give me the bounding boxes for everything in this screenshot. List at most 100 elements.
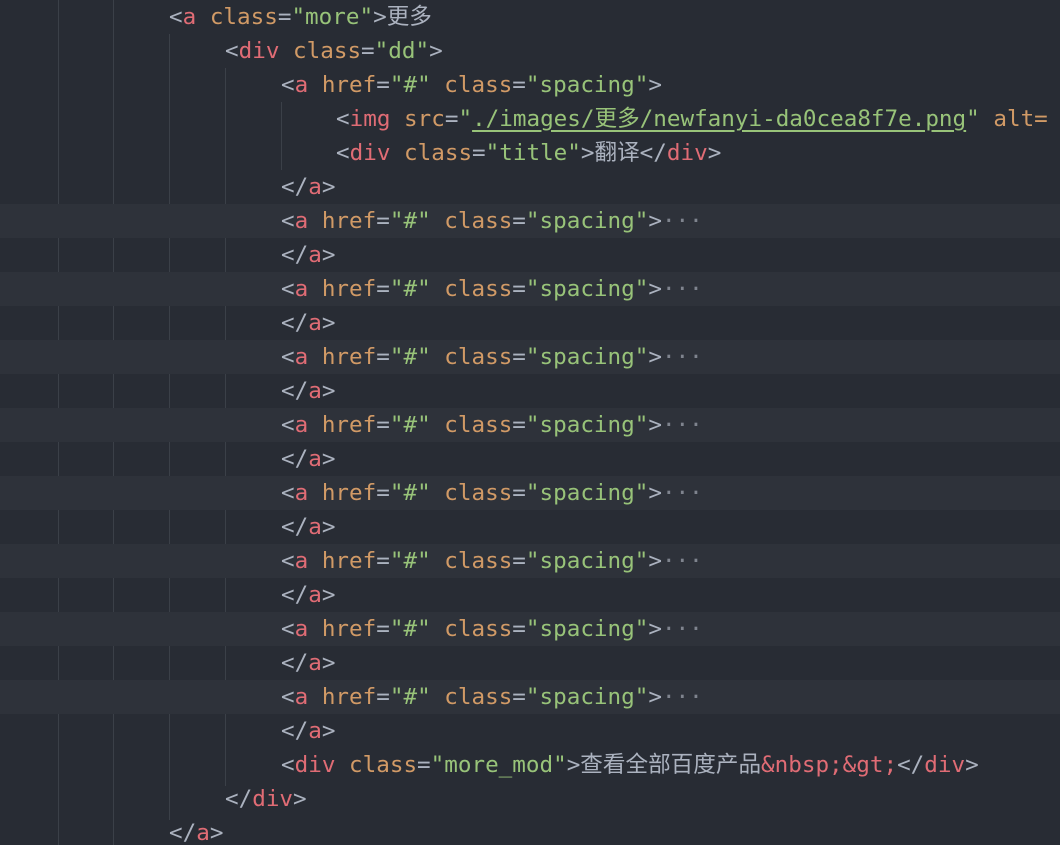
bracket: < <box>281 684 295 710</box>
text-content <box>431 616 445 642</box>
tag-name: div <box>924 752 966 778</box>
text-content <box>308 684 322 710</box>
code-line[interactable]: <div class="dd"> <box>0 34 1060 68</box>
text-content <box>431 684 445 710</box>
attribute-name: class <box>349 752 418 778</box>
attribute-name: class <box>444 276 513 302</box>
code-editor[interactable]: <a class="more">更多 <div class="dd"> <a hre… <box>0 0 1060 845</box>
attribute-name: href <box>321 684 377 710</box>
folded-region-ellipsis[interactable]: ··· <box>662 276 703 302</box>
equals-sign: = <box>512 276 526 302</box>
equals-sign: = <box>361 38 375 64</box>
code-line[interactable]: </a> <box>0 578 1060 612</box>
code-line[interactable]: </a> <box>0 170 1060 204</box>
code-content: </a> <box>281 442 335 476</box>
attribute-name: class <box>444 344 513 370</box>
code-line[interactable]: <a href="#" class="spacing">··· <box>0 204 1060 238</box>
code-content: </a> <box>281 306 335 340</box>
attribute-name: src <box>404 106 445 132</box>
bracket: </ <box>639 140 667 166</box>
text-content <box>308 480 322 506</box>
code-line[interactable]: </a> <box>0 646 1060 680</box>
equals-sign: = <box>376 208 390 234</box>
code-line[interactable]: <a href="#" class="spacing">··· <box>0 612 1060 646</box>
equals-sign: = <box>376 412 390 438</box>
tag-name: a <box>308 174 322 200</box>
bracket: < <box>336 140 350 166</box>
code-line[interactable]: <img src="./images/更多/newfanyi-da0cea8f7… <box>0 102 1060 136</box>
bracket: > <box>965 752 979 778</box>
bracket: > <box>648 208 662 234</box>
folded-region-ellipsis[interactable]: ··· <box>662 684 703 710</box>
code-content: <a href="#" class="spacing">··· <box>281 680 703 714</box>
code-line[interactable]: <a href="#" class="spacing">··· <box>0 272 1060 306</box>
code-content: </a> <box>281 510 335 544</box>
code-line[interactable]: <a href="#" class="spacing">··· <box>0 680 1060 714</box>
attribute-value: "#" <box>389 412 431 438</box>
code-line[interactable]: <a href="#" class="spacing">··· <box>0 408 1060 442</box>
tag-name: a <box>308 242 322 268</box>
bracket: > <box>321 718 336 744</box>
attribute-name: class <box>293 38 362 64</box>
attribute-value: "#" <box>389 208 431 234</box>
tag-name: a <box>294 276 309 302</box>
code-line[interactable]: </a> <box>0 238 1060 272</box>
code-content: </a> <box>281 714 335 748</box>
code-line[interactable]: <a class="more">更多 <box>0 0 1060 34</box>
tag-name: a <box>308 650 322 676</box>
tag-name: div <box>252 786 294 812</box>
code-content: <a href="#" class="spacing">··· <box>281 476 703 510</box>
file-path-link[interactable]: ./images/更多/newfanyi-da0cea8f7e.png <box>472 106 966 132</box>
tag-name: div <box>349 140 391 166</box>
code-content: <a href="#" class="spacing"> <box>281 68 662 102</box>
tag-name: a <box>294 480 309 506</box>
attribute-value: "#" <box>389 276 431 302</box>
code-line[interactable]: </a> <box>0 306 1060 340</box>
code-content: <a href="#" class="spacing">··· <box>281 272 703 306</box>
tag-name: a <box>294 548 309 574</box>
code-line[interactable]: <a href="#" class="spacing">··· <box>0 544 1060 578</box>
equals-sign: = <box>512 72 526 98</box>
bracket: > <box>429 38 443 64</box>
code-line[interactable]: <div class="more_mod">查看全部百度产品&nbsp;&gt;… <box>0 748 1060 782</box>
code-line[interactable]: <div class="title">翻译</div> <box>0 136 1060 170</box>
folded-region-ellipsis[interactable]: ··· <box>662 208 703 234</box>
attribute-value: "#" <box>389 480 431 506</box>
attribute-value: "dd" <box>374 38 430 64</box>
text-content <box>308 616 322 642</box>
attribute-name: class <box>444 684 513 710</box>
attribute-value: "more_mod" <box>430 752 567 778</box>
bracket: </ <box>281 718 309 744</box>
code-line[interactable]: </a> <box>0 510 1060 544</box>
text-content <box>431 208 445 234</box>
code-line[interactable]: </a> <box>0 816 1060 845</box>
folded-region-ellipsis[interactable]: ··· <box>662 616 703 642</box>
code-line[interactable]: </a> <box>0 442 1060 476</box>
bracket: </ <box>897 752 925 778</box>
code-line[interactable]: </div> <box>0 782 1060 816</box>
code-line[interactable]: <a href="#" class="spacing">··· <box>0 476 1060 510</box>
tag-name: a <box>294 684 309 710</box>
code-line[interactable]: <a href="#" class="spacing"> <box>0 68 1060 102</box>
attribute-value: "more" <box>291 4 374 30</box>
code-line[interactable]: </a> <box>0 714 1060 748</box>
tag-name: a <box>308 310 322 336</box>
bracket: < <box>225 38 239 64</box>
code-line[interactable]: </a> <box>0 374 1060 408</box>
folded-region-ellipsis[interactable]: ··· <box>662 480 703 506</box>
bracket: > <box>648 684 662 710</box>
text-content <box>308 72 322 98</box>
attribute-value: "spacing" <box>525 480 649 506</box>
attribute-name: href <box>321 208 377 234</box>
equals-sign: = <box>512 208 526 234</box>
bracket: </ <box>281 446 309 472</box>
bracket: > <box>321 582 336 608</box>
bracket: </ <box>225 786 253 812</box>
attribute-value: "spacing" <box>525 72 649 98</box>
folded-region-ellipsis[interactable]: ··· <box>662 412 703 438</box>
text-content <box>308 208 322 234</box>
folded-region-ellipsis[interactable]: ··· <box>662 344 703 370</box>
bracket: > <box>321 514 336 540</box>
code-line[interactable]: <a href="#" class="spacing">··· <box>0 340 1060 374</box>
folded-region-ellipsis[interactable]: ··· <box>662 548 703 574</box>
